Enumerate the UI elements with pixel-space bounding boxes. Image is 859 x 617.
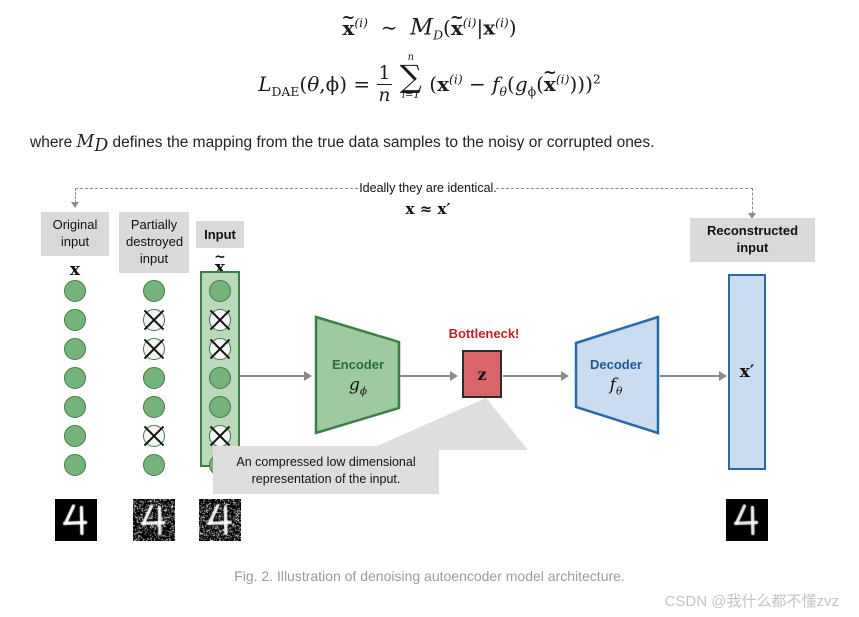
node-destroyed	[143, 309, 165, 331]
summation: n ∑ i=1	[400, 53, 422, 102]
node-destroyed	[143, 425, 165, 447]
digit-reconstructed-canvas	[726, 499, 768, 541]
node	[64, 338, 86, 360]
decoder-block: Decoder fθ	[570, 315, 662, 435]
node	[143, 280, 165, 302]
label-partially-destroyed-input: Partially destroyed input	[119, 212, 189, 273]
arrow-bottleneck-to-decoder	[503, 375, 563, 377]
identical-dash-down-right	[752, 188, 753, 214]
node	[64, 396, 86, 418]
identical-dash-down-left	[75, 188, 76, 203]
label-reconstructed-line1: Reconstructed	[697, 222, 808, 239]
bottleneck-label: Bottleneck!	[424, 326, 544, 341]
arrow-decoder-to-output	[660, 375, 721, 377]
bottleneck-value: z	[477, 365, 486, 384]
encoder-function: gϕ	[313, 375, 403, 397]
digit-corrupted	[133, 499, 175, 541]
node	[143, 367, 165, 389]
arrow-encoder-to-bottleneck	[400, 375, 452, 377]
mapping-symbol: M	[77, 132, 95, 152]
node	[209, 396, 231, 418]
node-destroyed	[209, 338, 231, 360]
node-column-original	[64, 280, 86, 455]
label-partially: Partially	[126, 216, 182, 233]
node	[64, 367, 86, 389]
reconstructed-output-box: x′	[728, 274, 766, 470]
arrow-decoder-to-output-head	[719, 371, 727, 381]
where-after: defines the mapping from the true data s…	[108, 134, 654, 151]
label-original-input-line2: input	[48, 233, 102, 250]
equation-loss: LDAE(θ,ϕ) = 1 n n ∑ i=1 (x(i) − fθ(gϕ(x ~…	[0, 53, 859, 107]
digit-original-canvas	[55, 499, 97, 541]
figure-page: x ~ (i) ∼ MD(x ~ (i)|x(i)) LDAE(θ,ϕ) = 1 n n…	[0, 0, 859, 617]
decoder-function: fθ	[570, 375, 662, 397]
decoder-title: Decoder	[570, 357, 662, 372]
node	[64, 454, 86, 476]
label-reconstructed-input: Reconstructed input	[690, 218, 815, 262]
node-destroyed	[143, 338, 165, 360]
ideally-identical-note: Ideally they are identical.	[358, 181, 498, 195]
ideal-equation: x ≈ x′	[358, 200, 498, 218]
label-original-input-line1: Original	[48, 216, 102, 233]
arrow-input-to-encoder	[240, 375, 306, 377]
node	[209, 367, 231, 389]
figure-caption: Fig. 2. Illustration of denoising autoen…	[0, 568, 859, 584]
where-sentence: where MD defines the mapping from the tr…	[30, 131, 830, 157]
identical-dash-left	[75, 188, 358, 189]
callout-line1: An compressed low dimensional	[223, 454, 429, 471]
label-input: Input	[196, 221, 244, 248]
symbol-x-text: x	[70, 260, 80, 280]
label-destroyed-input: input	[126, 250, 182, 267]
callout-pointer-shape	[368, 398, 528, 450]
digit-corrupted-canvas	[133, 499, 175, 541]
fraction-one-over-n: 1 n	[377, 64, 393, 105]
node	[143, 396, 165, 418]
node	[143, 454, 165, 476]
label-original-input: Original input	[41, 212, 109, 256]
node-column-corrupted	[143, 280, 165, 455]
label-input-text: Input	[204, 227, 236, 242]
equation-sampling: x ~ (i) ∼ MD(x ~ (i)|x(i))	[0, 8, 859, 51]
symbol-x: x	[41, 260, 109, 280]
arrow-encoder-to-bottleneck-head	[450, 371, 458, 381]
architecture-diagram: Ideally they are identical. x ≈ x′ Origi…	[0, 170, 859, 570]
callout-pointer	[368, 398, 528, 450]
node	[64, 280, 86, 302]
digit-input	[199, 499, 241, 541]
node-destroyed	[209, 309, 231, 331]
node	[64, 309, 86, 331]
encoder-title: Encoder	[313, 357, 403, 372]
node-column-input	[209, 280, 231, 455]
digit-reconstructed	[726, 499, 768, 541]
where-before: where	[30, 134, 77, 151]
arrow-input-to-encoder-head	[304, 371, 312, 381]
watermark: CSDN @我什么都不懂zvz	[665, 590, 839, 611]
label-reconstructed-line2: input	[697, 239, 808, 256]
identical-arrowhead-left	[71, 202, 79, 208]
equation-block: x ~ (i) ∼ MD(x ~ (i)|x(i)) LDAE(θ,ϕ) = 1 n n…	[0, 8, 859, 107]
digit-original	[55, 499, 97, 541]
node-destroyed	[209, 425, 231, 447]
mapping-symbol-sub: D	[94, 136, 108, 156]
node	[64, 425, 86, 447]
digit-input-canvas	[199, 499, 241, 541]
output-symbol: x′	[740, 362, 755, 382]
identical-dash-right	[496, 188, 753, 189]
label-destroyed: destroyed	[126, 233, 182, 250]
node	[209, 280, 231, 302]
callout-box: An compressed low dimensional representa…	[213, 446, 439, 494]
arrow-bottleneck-to-decoder-head	[561, 371, 569, 381]
callout-line2: representation of the input.	[223, 471, 429, 488]
bottleneck-box: z	[462, 350, 502, 398]
